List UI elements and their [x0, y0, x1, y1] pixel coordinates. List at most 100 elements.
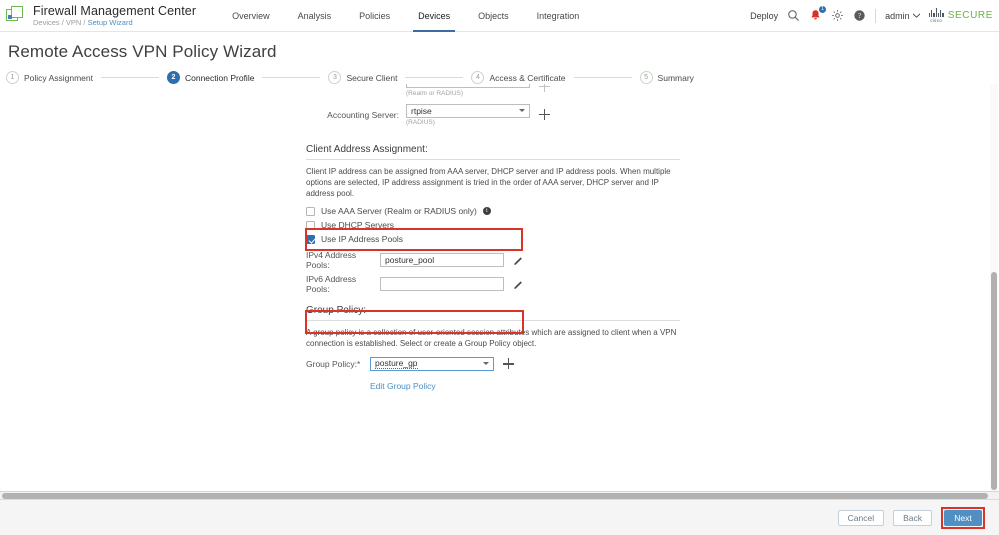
chevron-down-icon: [912, 13, 920, 18]
secure-wordmark: SECURE: [947, 10, 993, 21]
info-icon[interactable]: i: [482, 207, 491, 216]
nav-tab-devices[interactable]: Devices: [404, 0, 464, 32]
nav-tab-analysis[interactable]: Analysis: [284, 0, 346, 32]
ipv6-address-pools-label: IPv6 Address Pools:: [306, 274, 357, 295]
overlapping-squares-logo: [6, 5, 26, 26]
previous-field-hint: (Realm or RADIUS): [406, 89, 464, 97]
top-navigation-bar: Firewall Management Center Devices / VPN…: [0, 0, 999, 32]
breadcrumb: Devices / VPN / Setup Wizard: [33, 17, 196, 27]
step-connector: [100, 77, 159, 78]
step-label: Secure Client: [346, 72, 398, 83]
wizard-step-policy-assignment[interactable]: 1 Policy Assignment: [6, 71, 93, 84]
group-policy-description: A group policy is a collection of user-o…: [306, 328, 677, 349]
previous-field-row-partial: (Realm or RADIUS): [306, 84, 686, 97]
wizard-step-summary[interactable]: 5 Summary: [639, 71, 694, 84]
ipv4-address-pools-row: IPv4 Address Pools: posture_pool: [306, 250, 686, 270]
help-circle-icon[interactable]: ?: [853, 9, 866, 22]
section-divider: [306, 320, 680, 322]
step-number: 2: [166, 71, 180, 84]
cisco-secure-logo: cisco SECURE: [928, 8, 993, 23]
client-address-assignment-section: Client Address Assignment: Client IP add…: [306, 144, 686, 294]
checkbox-label-use-aaa-server: Use AAA Server (Realm or RADIUS only): [321, 206, 477, 217]
step-label: Connection Profile: [184, 72, 255, 83]
accounting-server-label: Accounting Server:: [327, 109, 399, 120]
highlight-next-button: Next: [941, 506, 985, 529]
accounting-server-row: Accounting Server: rtpise (RADIUS): [306, 103, 686, 126]
brand-block: Firewall Management Center Devices / VPN…: [0, 3, 197, 27]
step-number: 3: [328, 71, 342, 84]
notification-count-badge: 1: [819, 5, 827, 13]
svg-text:?: ?: [858, 13, 861, 20]
accounting-server-hint: (RADIUS): [406, 119, 435, 126]
chevron-down-icon: [483, 362, 489, 366]
nav-tab-policies[interactable]: Policies: [345, 0, 404, 32]
gear-icon[interactable]: [831, 9, 844, 22]
client-address-assignment-description: Client IP address can be assigned from A…: [306, 167, 671, 198]
breadcrumb-link-setup-wizard[interactable]: Setup Wizard: [88, 18, 133, 27]
ipv4-address-pools-input[interactable]: posture_pool: [380, 253, 504, 268]
edit-ipv6-pools-pencil-icon[interactable]: [513, 279, 524, 290]
group-policy-select[interactable]: posture_gp: [370, 356, 494, 371]
step-connector: [262, 77, 321, 78]
step-label: Summary: [657, 72, 694, 83]
step-label: Access & Certificate: [489, 72, 566, 83]
next-button[interactable]: Next: [944, 509, 982, 526]
step-number: 5: [639, 71, 653, 84]
main-nav-tabs: Overview Analysis Policies Devices Objec…: [218, 0, 593, 32]
previous-field-select[interactable]: [406, 84, 530, 88]
ipv6-address-pools-input[interactable]: [380, 277, 504, 292]
previous-field-add-icon[interactable]: [539, 84, 550, 92]
wizard-step-indicator: 1 Policy Assignment 2 Connection Profile…: [0, 62, 999, 84]
checkbox-row-use-dhcp-servers[interactable]: Use DHCP Servers: [306, 220, 686, 230]
cisco-wordmark: cisco: [930, 18, 943, 23]
wizard-step-connection-profile[interactable]: 2 Connection Profile: [166, 71, 255, 84]
checkbox-label-use-ip-address-pools: Use IP Address Pools: [321, 234, 404, 245]
nav-tab-objects[interactable]: Objects: [464, 0, 523, 32]
checkbox-row-use-aaa-server[interactable]: Use AAA Server (Realm or RADIUS only) i: [306, 206, 686, 216]
back-button[interactable]: Back: [893, 509, 932, 526]
wizard-step-access-certificate[interactable]: 4 Access & Certificate: [471, 71, 566, 84]
cisco-bars-icon: [928, 8, 944, 17]
checkbox-use-aaa-server[interactable]: [306, 206, 315, 216]
client-address-assignment-title: Client Address Assignment:: [306, 144, 428, 155]
ipv4-address-pools-label: IPv4 Address Pools:: [306, 250, 357, 271]
connection-profile-form: (Realm or RADIUS) Accounting Server: rtp…: [306, 84, 686, 394]
group-policy-label: Group Policy:*: [306, 358, 361, 369]
page-title: Remote Access VPN Policy Wizard: [8, 42, 277, 61]
step-number: 4: [471, 71, 485, 84]
group-policy-value: posture_gp: [375, 358, 418, 370]
wizard-content-panel: (Realm or RADIUS) Accounting Server: rtp…: [0, 84, 999, 492]
group-policy-row: Group Policy:* posture_gp: [306, 356, 686, 371]
group-policy-title: Group Policy:: [306, 305, 367, 317]
chevron-down-icon: [519, 109, 525, 112]
app-title: Firewall Management Center: [33, 3, 197, 18]
toolbar-divider: [875, 8, 877, 23]
wizard-step-secure-client[interactable]: 3 Secure Client: [328, 71, 397, 84]
add-accounting-server-icon[interactable]: [539, 109, 550, 121]
step-number: 1: [6, 71, 19, 84]
search-icon[interactable]: [787, 9, 800, 22]
top-right-toolbar: Deploy 1 ? admin cisco SECURE: [750, 6, 999, 23]
add-group-policy-icon[interactable]: [503, 358, 514, 370]
deploy-button[interactable]: Deploy: [750, 11, 778, 21]
ipv6-address-pools-row: IPv6 Address Pools:: [306, 274, 686, 294]
group-policy-section: Group Policy: A group policy is a collec…: [306, 305, 686, 394]
checkbox-row-use-ip-address-pools[interactable]: Use IP Address Pools: [306, 234, 686, 244]
edit-ipv4-pools-pencil-icon[interactable]: [513, 255, 524, 266]
page-header: Remote Access VPN Policy Wizard 1 Policy…: [0, 32, 999, 84]
checkbox-label-use-dhcp-servers: Use DHCP Servers: [321, 220, 395, 231]
nav-tab-overview[interactable]: Overview: [218, 0, 284, 32]
edit-group-policy-link[interactable]: Edit Group Policy: [370, 381, 436, 391]
step-label: Policy Assignment: [24, 72, 93, 83]
notification-bell-icon[interactable]: 1: [809, 6, 827, 22]
user-menu[interactable]: admin: [885, 11, 920, 21]
breadcrumb-prefix: Devices / VPN /: [33, 17, 88, 27]
checkbox-use-dhcp-servers[interactable]: [306, 220, 315, 230]
accounting-server-select[interactable]: rtpise: [406, 103, 530, 118]
user-menu-label: admin: [885, 10, 910, 21]
checkbox-use-ip-address-pools[interactable]: [306, 234, 315, 244]
nav-tab-integration[interactable]: Integration: [523, 0, 594, 32]
step-connector: [573, 77, 632, 78]
cancel-button[interactable]: Cancel: [837, 509, 885, 526]
vertical-scrollbar-thumb[interactable]: [991, 272, 997, 490]
